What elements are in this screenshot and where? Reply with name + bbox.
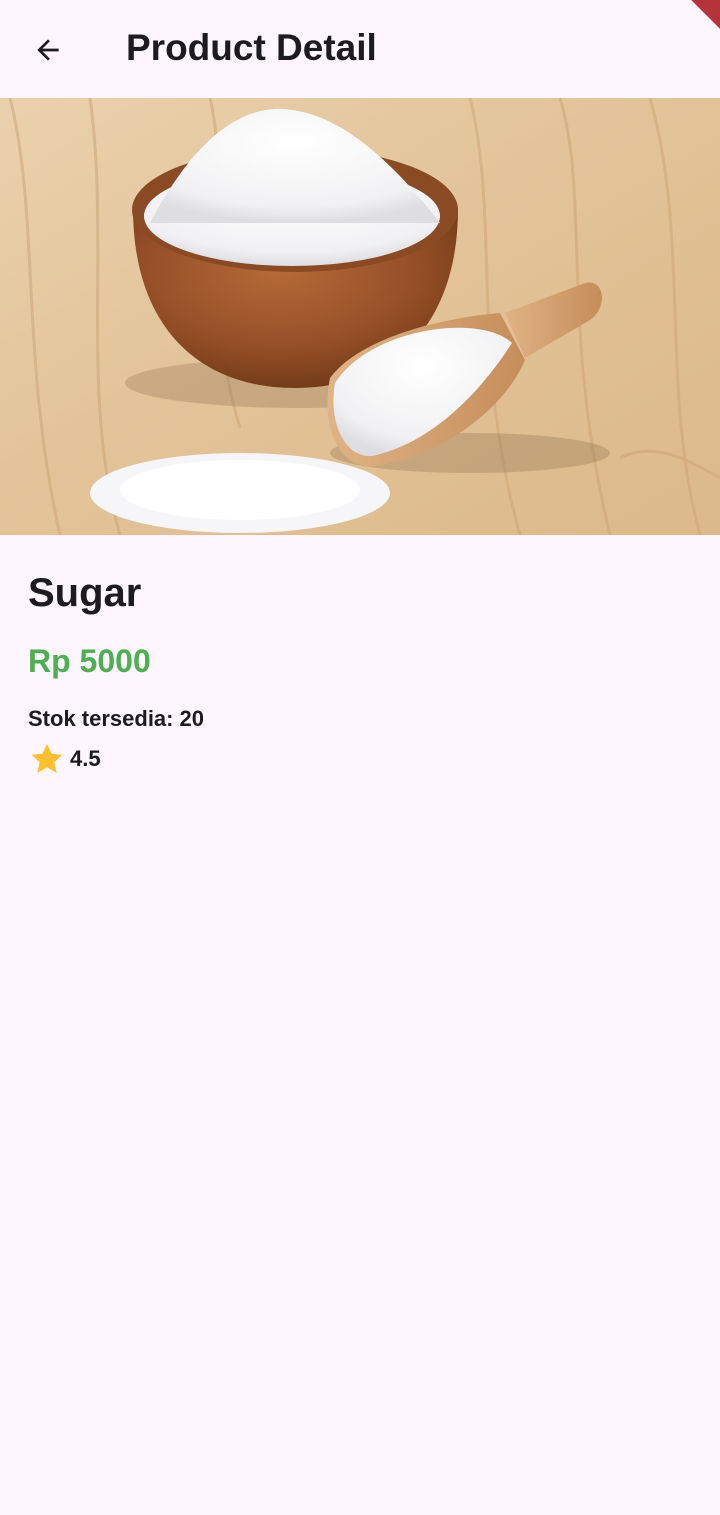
product-name: Sugar xyxy=(28,571,142,615)
product-price: Rp 5000 xyxy=(28,643,151,679)
rating: 4.5 xyxy=(28,740,101,778)
page-title: Product Detail xyxy=(126,27,377,68)
arrow-back-icon xyxy=(37,39,59,61)
app-bar: Product Detail xyxy=(0,0,720,98)
star-icon xyxy=(31,743,63,773)
rating-value: 4.5 xyxy=(70,746,101,771)
stock-label: Stok tersedia: xyxy=(28,706,174,731)
stock-info: Stok tersedia: 20 xyxy=(28,705,204,733)
stock-value: 20 xyxy=(179,706,204,731)
product-image xyxy=(0,98,720,535)
back-button[interactable] xyxy=(22,24,74,76)
